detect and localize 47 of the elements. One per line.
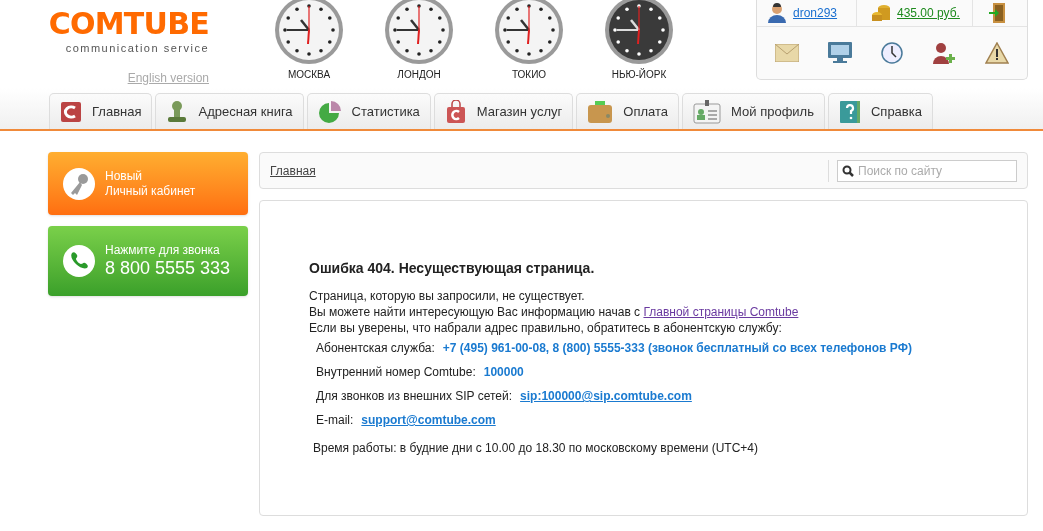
search-field[interactable]: Поиск по сайту: [837, 159, 1017, 182]
id-card-icon: [693, 99, 722, 124]
breadcrumb-link[interactable]: Главная: [270, 161, 316, 180]
username-link[interactable]: dron293: [793, 4, 838, 22]
help-book-icon: [838, 99, 861, 124]
error-text: Страница, которую вы запросили, не существует.: [309, 288, 586, 304]
balance-link[interactable]: 435.00 руб.: [897, 4, 960, 22]
search-icon: [842, 164, 854, 177]
nav-tab[interactable]: Справка: [827, 93, 933, 129]
warning-icon[interactable]: [984, 42, 1009, 64]
wallet-icon: [587, 99, 614, 124]
clock-icon[interactable]: [881, 42, 903, 64]
error-text: Вы можете найти интересующую Вас информацию начав с Главной страницы Comtube: [309, 304, 800, 320]
user-icon: [767, 3, 787, 23]
clock-city: НЬЮ-ЙОРК: [611, 67, 667, 82]
error-text: Если вы уверены, что набрали адрес правильно, обратитесь в абонентскую службу:: [309, 320, 783, 336]
coins-icon: [871, 3, 891, 23]
nav-tab[interactable]: Статистика: [306, 93, 431, 129]
nav-tab[interactable]: Главная: [49, 93, 153, 129]
contact-value: +7 (495) 961-00-08, 8 (800) 5555-333 (звонок бесплатный со всех телефонов РФ): [442, 340, 912, 356]
contact-label: Для звонков из внешних SIP сетей:: [316, 388, 513, 404]
nav-tab[interactable]: Магазин услуг: [433, 93, 574, 129]
shopping-bag-icon: [444, 99, 467, 124]
key-icon: [63, 167, 95, 200]
c-logo-icon: [60, 100, 82, 123]
exit-door-icon[interactable]: [989, 3, 1005, 23]
logo-tagline: communication service: [65, 41, 209, 56]
home-page-link[interactable]: Главной страницы Comtube: [643, 305, 799, 319]
clock-city: ЛОНДОН: [397, 68, 441, 82]
contact-label: Внутренний номер Comtube:: [316, 364, 476, 380]
contact-link[interactable]: support@comtube.com: [361, 412, 496, 428]
error-title: Ошибка 404. Несуществующая страница.: [309, 260, 596, 276]
contact-link[interactable]: sip:100000@sip.comtube.com: [520, 388, 692, 404]
contact-value: 100000: [483, 364, 524, 380]
contact-label: Абонентская служба:: [316, 340, 435, 356]
pie-chart-icon: [317, 99, 342, 124]
phone-icon: [63, 245, 95, 277]
contact-label: E-mail:: [316, 412, 354, 428]
nav-tab[interactable]: Мой профиль: [682, 93, 825, 129]
nav-tab[interactable]: Адресная книга: [155, 93, 304, 129]
clock-city: ТОКИО: [511, 68, 547, 82]
working-hours: Время работы: в будние дни с 10.00 до 18.30 по московскому времени (UTC+4): [312, 440, 759, 456]
nav-tab[interactable]: Оплата: [576, 93, 680, 129]
stamp-icon: [166, 99, 189, 124]
monitor-icon[interactable]: [828, 42, 853, 64]
add-user-icon[interactable]: [931, 42, 956, 64]
clock-city: МОСКВА: [287, 68, 331, 82]
